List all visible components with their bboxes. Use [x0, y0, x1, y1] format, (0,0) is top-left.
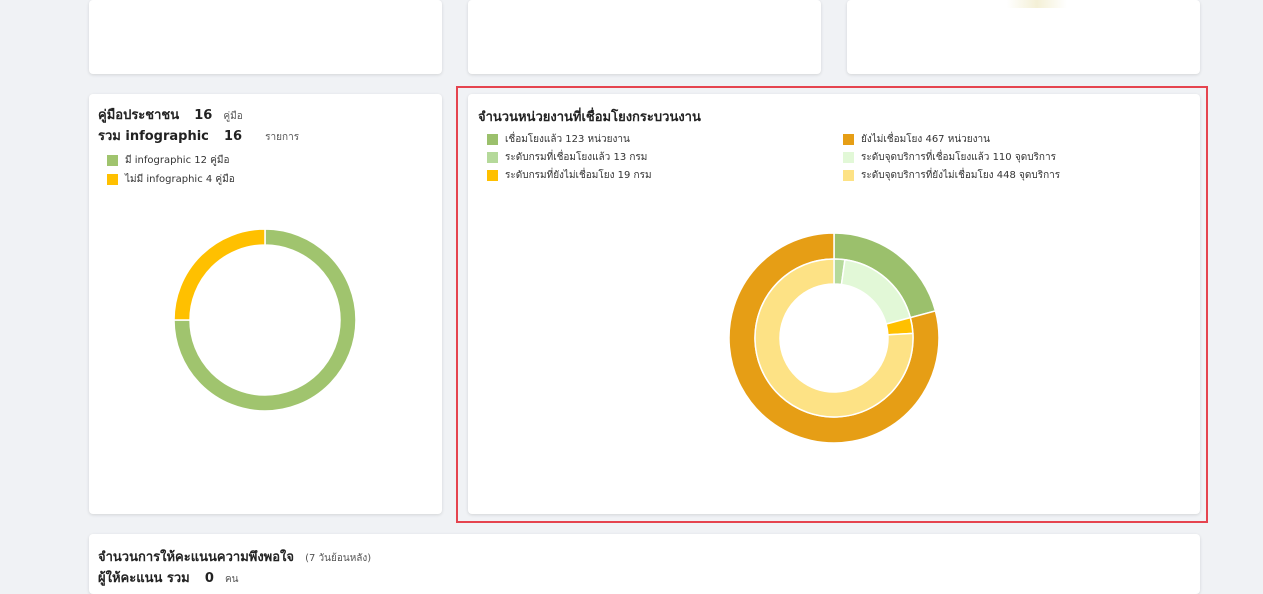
rater-total-label: ผู้ให้คะแนน รวม [98, 571, 190, 586]
legend-label: ระดับกรมที่เชื่อมโยงแล้ว 13 กรม [505, 152, 648, 163]
legend-label: ระดับจุดบริการที่เชื่อมโยงแล้ว 110 จุดบร… [861, 152, 1056, 163]
legend-label: มี infographic 12 คู่มือ [125, 155, 230, 166]
legend-swatch [107, 155, 118, 166]
rater-total-unit: คน [224, 574, 239, 585]
handbook-value: 16 [194, 108, 213, 123]
handbook-count-line: คู่มือประชาชน 16 คู่มือ [98, 104, 243, 125]
infographic-total-line: รวม infographic 16 รายการ [98, 125, 299, 146]
satisfaction-card: จำนวนการให้คะแนนความพึงพอใจ (7 วันย้อนหล… [89, 534, 1200, 594]
infographic-total-value: 16 [223, 129, 243, 144]
infographic-total-unit: รายการ [265, 132, 300, 143]
legend-swatch [487, 134, 498, 145]
satisfaction-count-line: ผู้ให้คะแนน รวม 0 คน [98, 567, 239, 588]
legend-label: ไม่มี infographic 4 คู่มือ [125, 174, 235, 185]
legend-item-linked[interactable]: เชื่อมโยงแล้ว 123 หน่วยงาน [487, 132, 630, 147]
legend-label: ระดับจุดบริการที่ยังไม่เชื่อมโยง 448 จุด… [861, 170, 1061, 181]
legend-swatch [843, 170, 854, 181]
handbook-unit: คู่มือ [223, 111, 243, 122]
satisfaction-title-note: (7 วันย้อนหลัง) [305, 553, 372, 564]
agency-link-card: จำนวนหน่วยงานที่เชื่อมโยงกระบวนงาน เชื่อ… [468, 94, 1200, 514]
legend-item-service-linked[interactable]: ระดับจุดบริการที่เชื่อมโยงแล้ว 110 จุดบร… [843, 150, 1056, 165]
top-card-3 [847, 0, 1200, 74]
rater-total-value: 0 [204, 571, 214, 586]
legend-swatch [843, 152, 854, 163]
legend-label: เชื่อมโยงแล้ว 123 หน่วยงาน [505, 134, 630, 145]
handbook-card: คู่มือประชาชน 16 คู่มือ รวม infographic … [89, 94, 442, 514]
satisfaction-title: จำนวนการให้คะแนนความพึงพอใจ [98, 550, 295, 565]
top-card-1 [89, 0, 442, 74]
legend-swatch [487, 152, 498, 163]
legend-item-no-infographic[interactable]: ไม่มี infographic 4 คู่มือ [107, 172, 235, 187]
top-card-2 [468, 0, 821, 74]
satisfaction-title-line: จำนวนการให้คะแนนความพึงพอใจ (7 วันย้อนหล… [98, 546, 371, 567]
legend-swatch [107, 174, 118, 185]
donut-slice-no-infographic[interactable] [173, 228, 266, 321]
legend-item-service-not-linked[interactable]: ระดับจุดบริการที่ยังไม่เชื่อมโยง 448 จุด… [843, 168, 1060, 183]
legend-swatch [487, 170, 498, 181]
legend-item-has-infographic[interactable]: มี infographic 12 คู่มือ [107, 153, 229, 168]
top-card-3-fragment [1007, 0, 1067, 8]
legend-label: ระดับกรมที่ยังไม่เชื่อมโยง 19 กรม [505, 170, 652, 181]
infographic-total-label: รวม infographic [98, 129, 209, 144]
legend-swatch [843, 134, 854, 145]
legend-item-dept-not-linked[interactable]: ระดับกรมที่ยังไม่เชื่อมโยง 19 กรม [487, 168, 652, 183]
agency-link-donut-chart [728, 232, 940, 444]
legend-item-dept-linked[interactable]: ระดับกรมที่เชื่อมโยงแล้ว 13 กรม [487, 150, 647, 165]
handbook-label: คู่มือประชาชน [98, 108, 180, 123]
legend-item-not-linked[interactable]: ยังไม่เชื่อมโยง 467 หน่วยงาน [843, 132, 990, 147]
agency-link-title: จำนวนหน่วยงานที่เชื่อมโยงกระบวนงาน [478, 110, 701, 125]
infographic-donut-chart [173, 228, 357, 412]
legend-label: ยังไม่เชื่อมโยง 467 หน่วยงาน [861, 134, 990, 145]
